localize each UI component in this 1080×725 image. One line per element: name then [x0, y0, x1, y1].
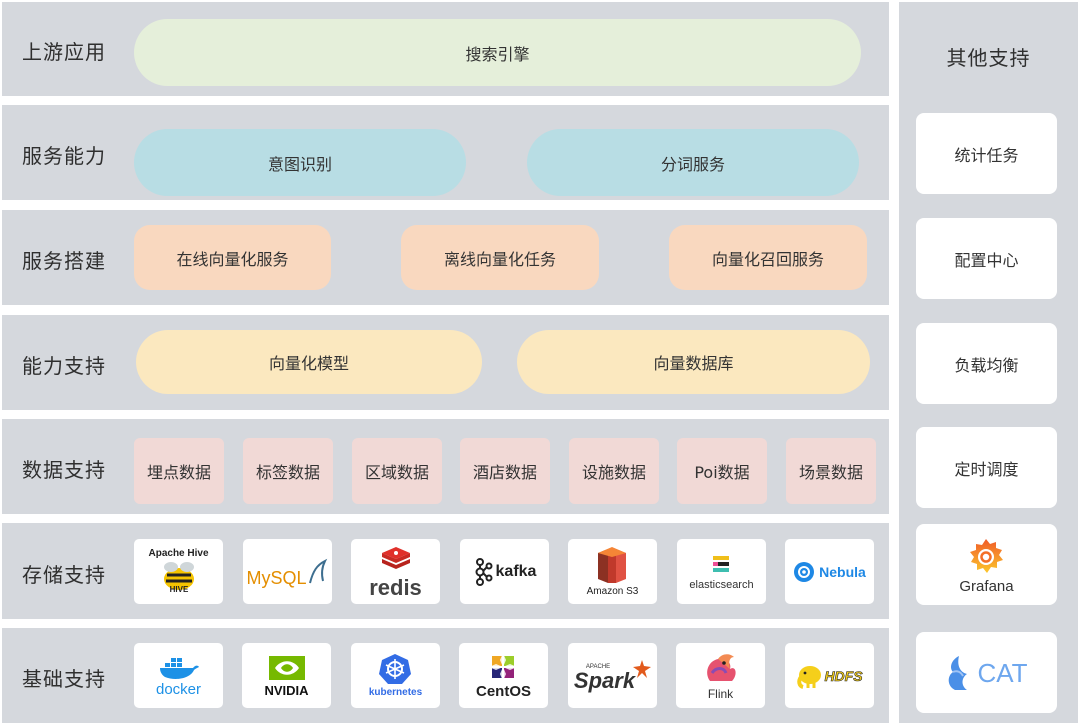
whale-icon [159, 657, 199, 679]
data-item-facility: 设施数据 [569, 438, 659, 504]
layer-label-service-building: 服务搭建 [22, 249, 106, 273]
nvidia-eye-icon [268, 655, 305, 680]
nebula-icon [794, 561, 815, 582]
grafana-icon [970, 538, 1004, 573]
svg-text:HIVE: HIVE [169, 585, 188, 594]
vector-recall-service-box: 向量化召回服务 [669, 225, 867, 290]
spark-logo-text: Spark [573, 667, 636, 693]
mysql-logo-text: MySQL [246, 567, 307, 588]
spark-star-icon [633, 659, 652, 678]
data-item-scene: 场景数据 [786, 438, 876, 504]
kafka-logo-text: kafka [495, 562, 537, 580]
s3-bucket-icon [598, 546, 627, 583]
docker-logo-tile: docker [134, 643, 223, 708]
hive-logo-tile: Apache Hive HIVE [134, 539, 223, 604]
dolphin-icon [308, 558, 327, 583]
statistics-task-box: 统计任务 [916, 113, 1057, 194]
hdfs-logo-tile: HDFS [785, 643, 874, 708]
centos-star-icon [489, 652, 518, 681]
squirrel-icon [706, 654, 736, 681]
nebula-logo-text: Nebula [819, 563, 866, 580]
hive-bee-icon: HIVE [163, 561, 194, 594]
tokenization-service-pill: 分词服务 [527, 129, 859, 196]
docker-logo-text: docker [155, 680, 202, 698]
kafka-logo-tile: kafka [460, 539, 549, 604]
data-item-tags: 标签数据 [243, 438, 333, 504]
helm-wheel-icon [379, 654, 412, 684]
cat-logo-tile: CAT [916, 632, 1057, 713]
kafka-nodes-icon [475, 557, 493, 586]
cat-logo-text: CAT [977, 657, 1028, 688]
kubernetes-logo-tile: kubernetes [351, 643, 440, 708]
online-vectorization-service-box: 在线向量化服务 [134, 225, 331, 290]
config-center-box: 配置中心 [916, 218, 1057, 299]
nvidia-logo-tile: NVIDIA [242, 643, 331, 708]
layer-label-storage-support: 存储支持 [22, 563, 106, 587]
nvidia-logo-text: NVIDIA [264, 682, 309, 698]
centos-logo-tile: CentOS [459, 643, 548, 708]
vectorization-model-pill: 向量化模型 [136, 330, 482, 394]
search-engine-pill: 搜索引擎 [134, 19, 861, 86]
s3-logo-tile: Amazon S3 [568, 539, 657, 604]
hdfs-logo-text: HDFS [824, 667, 863, 684]
elasticsearch-logo-tile: elasticsearch [677, 539, 766, 604]
layer-label-data-support: 数据支持 [22, 458, 106, 482]
cat-icon [949, 655, 968, 690]
nebula-logo-tile: Nebula [785, 539, 874, 604]
layer-label-capability-support: 能力支持 [22, 354, 106, 378]
redis-cube-icon [381, 546, 410, 569]
data-item-tracking: 埋点数据 [134, 438, 224, 504]
redis-logo-tile: redis [351, 539, 440, 604]
load-balancing-box: 负载均衡 [916, 323, 1057, 404]
layer-label-upstream: 上游应用 [22, 40, 106, 64]
mysql-logo-tile: MySQL [243, 539, 332, 604]
hive-logo-text: Apache Hive [148, 547, 209, 559]
data-item-region: 区域数据 [352, 438, 442, 504]
data-item-hotel: 酒店数据 [460, 438, 550, 504]
intent-recognition-pill: 意图识别 [134, 129, 466, 196]
scheduled-dispatch-box: 定时调度 [916, 427, 1057, 508]
vector-database-pill: 向量数据库 [517, 330, 870, 394]
offline-vectorization-task-box: 离线向量化任务 [401, 225, 599, 290]
s3-logo-text: Amazon S3 [586, 585, 639, 597]
flink-logo-text: Flink [707, 687, 734, 701]
centos-logo-text: CentOS [475, 682, 531, 700]
grafana-logo-text: Grafana [959, 577, 1014, 595]
kubernetes-logo-text: kubernetes [368, 687, 423, 698]
layer-label-service-capability: 服务能力 [22, 144, 106, 168]
grafana-logo-tile: Grafana [916, 524, 1057, 605]
elasticsearch-logo-text: elasticsearch [689, 579, 754, 591]
elastic-icon [713, 556, 730, 572]
layer-label-infra-support: 基础支持 [22, 667, 106, 691]
data-item-poi: Poi数据 [677, 438, 767, 504]
elephant-icon [797, 665, 822, 689]
other-support-title: 其他支持 [946, 46, 1031, 70]
redis-logo-text: redis [369, 574, 422, 600]
spark-logo-tile: APACHE Spark [568, 643, 657, 708]
flink-logo-tile: Flink [676, 643, 765, 708]
